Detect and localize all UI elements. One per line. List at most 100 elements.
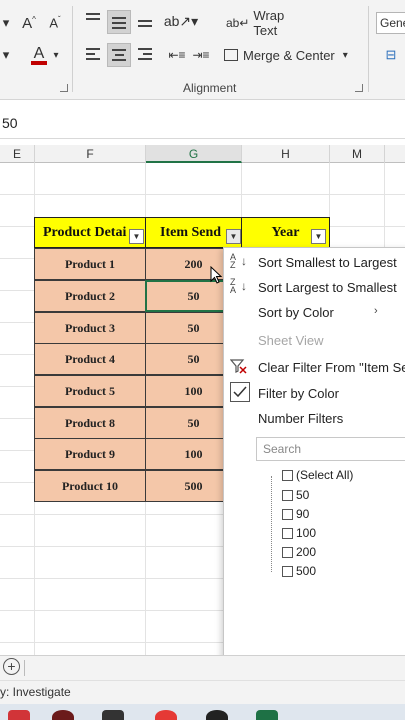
font-color-dropdown[interactable]: ▾ <box>51 46 61 64</box>
orientation-icon: ab↗▾ <box>163 12 199 29</box>
checkbox[interactable] <box>282 489 293 501</box>
filter-value[interactable]: 500 <box>282 564 316 578</box>
number-format-dropdown[interactable]: Gene <box>376 12 405 34</box>
top-align-button[interactable] <box>82 10 104 32</box>
table-cell-product[interactable]: Product 3 <box>34 312 146 344</box>
checkbox[interactable] <box>282 527 293 539</box>
app-icon[interactable] <box>8 710 30 720</box>
divider <box>368 6 369 92</box>
cursor-icon <box>210 266 222 284</box>
filter-dropdown-menu: A Z ↓ Sort Smallest to Largest Z A ↓ Sort La… <box>223 247 405 695</box>
wrap-text-icon: ab↵ <box>226 16 250 30</box>
shrink-font-button[interactable]: Aˇ <box>44 12 66 34</box>
table-cell-product[interactable]: Product 9 <box>34 438 146 470</box>
table-cell-product[interactable]: Product 2 <box>34 280 146 312</box>
font-color-button[interactable]: A <box>28 44 50 66</box>
shrink-font-icon: Aˇ <box>49 15 61 31</box>
filter-button-item-send[interactable]: ▼ <box>226 229 241 244</box>
checkbox[interactable] <box>282 565 293 577</box>
sort-descending-icon: Z A ↓ <box>230 277 247 295</box>
taskbar <box>0 704 405 720</box>
increase-indent-button[interactable]: ⇥≡ <box>190 44 212 66</box>
align-left-icon <box>86 48 100 63</box>
sort-by-color[interactable]: Sort by Color <box>258 305 334 320</box>
chevron-right-icon: › <box>374 305 378 317</box>
checkbox[interactable] <box>282 546 293 558</box>
currency-icon: ⊟ <box>385 47 397 62</box>
decrease-indent-icon: ⇤≡ <box>168 48 186 62</box>
alignment-dialog-launcher[interactable] <box>355 84 363 92</box>
column-headers: E F G H M <box>0 145 405 163</box>
align-left-button[interactable] <box>82 44 104 66</box>
grow-font-button[interactable]: A^ <box>18 12 40 34</box>
bottom-align-button[interactable] <box>134 10 156 32</box>
formula-bar[interactable]: 50 <box>0 107 405 139</box>
formula-value: 50 <box>2 115 18 131</box>
plus-icon: + <box>7 658 16 674</box>
divider <box>72 6 73 92</box>
filter-button-year[interactable]: ▼ <box>311 229 326 244</box>
middle-align-icon <box>112 17 126 32</box>
filter-by-color[interactable]: Filter by Color <box>258 386 339 401</box>
fill-color-dropdown[interactable]: ▾ <box>0 46 12 64</box>
font-color-icon: A <box>33 44 45 62</box>
align-center-button[interactable] <box>107 43 131 67</box>
accounting-format-button[interactable]: ⊟ <box>380 44 402 66</box>
merge-center-icon <box>224 49 238 61</box>
status-text: y: Investigate <box>0 685 71 699</box>
table-cell-product[interactable]: Product 10 <box>34 470 146 502</box>
sort-largest-to-smallest[interactable]: Sort Largest to Smallest <box>258 280 397 295</box>
sheet-view: Sheet View <box>258 333 324 348</box>
align-right-button[interactable] <box>134 44 156 66</box>
table-cell-product[interactable]: Product 1 <box>34 248 146 280</box>
filter-value[interactable]: 200 <box>282 545 316 559</box>
column-header-m[interactable]: M <box>330 145 385 163</box>
number-filters[interactable]: Number Filters <box>258 411 343 426</box>
checkmark-icon <box>230 382 250 402</box>
checkbox[interactable] <box>282 508 293 520</box>
excel-icon[interactable] <box>256 710 278 720</box>
app-icon[interactable] <box>102 710 124 720</box>
merge-center-button[interactable]: Merge & Center ▾ <box>224 44 360 66</box>
filter-dropdown-icon: ▼ <box>314 232 323 241</box>
filter-value[interactable]: 50 <box>282 488 309 502</box>
align-center-icon <box>112 49 126 64</box>
column-header-h[interactable]: H <box>242 145 330 163</box>
filter-value-select-all[interactable]: (Select All) <box>282 468 353 482</box>
orientation-button[interactable]: ab↗▾ <box>163 10 199 32</box>
table-cell-product[interactable]: Product 4 <box>34 343 146 375</box>
divider <box>24 660 25 676</box>
column-header-e[interactable]: E <box>0 145 35 163</box>
clear-filter-icon <box>229 358 250 376</box>
column-header-f[interactable]: F <box>35 145 146 163</box>
decrease-indent-button[interactable]: ⇤≡ <box>166 44 188 66</box>
add-sheet-button[interactable]: + <box>3 658 20 675</box>
wrap-text-button[interactable]: ab↵ Wrap Text <box>226 8 306 38</box>
app-icon[interactable] <box>206 710 228 720</box>
column-header-g[interactable]: G <box>146 145 242 163</box>
table-cell-product[interactable]: Product 5 <box>34 375 146 407</box>
status-bar: y: Investigate <box>0 680 405 704</box>
clear-filter-from-item-send[interactable]: Clear Filter From "Item Sen <box>258 360 405 375</box>
filter-dropdown-icon: ▼ <box>132 232 141 241</box>
filter-active-icon: ▼ <box>229 232 238 241</box>
column-header-n[interactable] <box>385 145 405 163</box>
app-icon[interactable] <box>52 710 74 720</box>
chrome-icon[interactable] <box>155 710 177 720</box>
alignment-group-label: Alignment <box>183 81 237 95</box>
filter-button-product[interactable]: ▼ <box>129 229 144 244</box>
table-cell-product[interactable]: Product 8 <box>34 407 146 439</box>
filter-search-input[interactable]: Search <box>256 437 405 461</box>
font-size-dropdown[interactable]: ▾ <box>0 14 12 32</box>
filter-value[interactable]: 90 <box>282 507 309 521</box>
checkbox[interactable] <box>282 469 293 481</box>
font-dialog-launcher[interactable] <box>60 84 68 92</box>
ribbon: ▾ A^ Aˇ ▾ A ▾ ab↗▾ ab↵ Wrap Text ⇤≡ ⇥≡ M… <box>0 0 405 100</box>
filter-value[interactable]: 100 <box>282 526 316 540</box>
grow-font-icon: A^ <box>22 14 36 32</box>
middle-align-button[interactable] <box>107 10 131 34</box>
top-align-icon <box>86 13 100 23</box>
tree-connector <box>271 476 272 572</box>
sort-smallest-to-largest[interactable]: Sort Smallest to Largest <box>258 255 397 270</box>
font-color-bar <box>31 60 47 65</box>
